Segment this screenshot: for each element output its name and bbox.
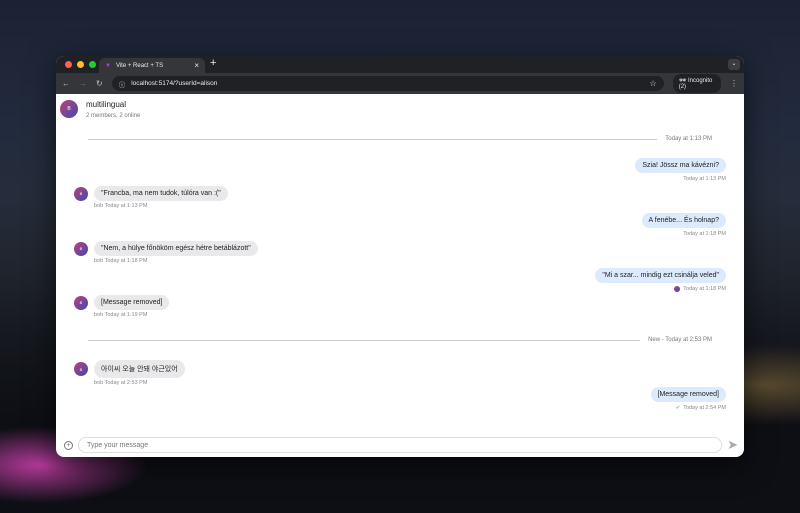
message-outgoing: "Mi a szar... mindig ezt csinálja veled"…: [595, 268, 726, 292]
message-incoming: B [Message removed] bob Today at 1:19 PM: [74, 295, 170, 318]
message-bubble[interactable]: [Message removed]: [650, 387, 726, 402]
message-meta: Today at 1:13 PM: [683, 176, 726, 182]
message-meta: bob Today at 1:19 PM: [94, 312, 148, 318]
send-icon[interactable]: ➤: [727, 437, 738, 453]
avatar: B: [74, 362, 88, 376]
member-status: 2 members, 2 online: [86, 113, 141, 119]
new-messages-divider: New - Today at 2:53 PM: [88, 337, 712, 343]
message-outgoing: Szia! Jössz ma kávézni? Today at 1:13 PM: [635, 158, 726, 182]
chat-title: multilingual: [86, 100, 127, 109]
close-window-button[interactable]: [65, 61, 72, 68]
divider-label: New - Today at 2:53 PM: [648, 337, 712, 343]
message-bubble[interactable]: "Mi a szar... mindig ezt csinálja veled": [595, 268, 726, 283]
message-bubble[interactable]: "Francba, ma nem tudok, túlóra van :(": [94, 186, 228, 201]
forward-icon[interactable]: →: [79, 79, 87, 88]
browser-window: ▼ Vite + React + TS × + ⌄ ← → ↻ ⓘ localhost…: [56, 56, 744, 457]
avatar: B: [60, 100, 78, 118]
tab-search-button[interactable]: ⌄: [728, 59, 740, 70]
message-meta: bob Today at 1:18 PM: [94, 258, 148, 264]
vite-logo-icon: ▼: [105, 62, 111, 69]
tab-bar: ▼ Vite + React + TS × + ⌄: [56, 56, 744, 73]
reload-icon[interactable]: ↻: [96, 79, 103, 88]
tab-title: Vite + React + TS: [115, 62, 164, 69]
read-receipt-avatar-icon: [674, 286, 681, 292]
message-input[interactable]: [78, 437, 723, 453]
chat-view: B multilingual 2 members, 2 online Today …: [56, 94, 744, 457]
site-info-icon[interactable]: ⓘ: [119, 79, 126, 89]
message-bubble[interactable]: "Nem, a hülye főnököm egész hétre betábl…: [94, 241, 258, 256]
message-outgoing: A fenébe... És holnap? Today at 1:18 PM: [641, 213, 726, 237]
message-bubble[interactable]: A fenébe... És holnap?: [641, 213, 726, 228]
chat-header: B multilingual 2 members, 2 online: [60, 100, 140, 119]
new-tab-button[interactable]: +: [210, 57, 216, 69]
back-icon[interactable]: ←: [62, 79, 70, 88]
avatar: B: [74, 241, 88, 256]
message-bubble[interactable]: Szia! Jössz ma kávézni?: [635, 158, 726, 173]
message-bubble[interactable]: [Message removed]: [94, 295, 170, 310]
minimize-window-button[interactable]: [77, 61, 84, 68]
message-incoming: B 아이씨 오늘 안돼 야근있어 bob Today at 2:53 PM: [74, 360, 185, 386]
divider-label: Today at 1:13 PM: [665, 136, 712, 142]
message-incoming: B "Nem, a hülye főnököm egész hétre betáb…: [74, 241, 258, 264]
url-text: localhost:5174/?userId=alison: [131, 80, 218, 87]
sent-check-icon: ✓: [675, 405, 681, 411]
date-divider: Today at 1:13 PM: [88, 136, 712, 142]
message-meta: bob Today at 1:13 PM: [94, 203, 148, 209]
message-meta: Today at 2:54 PM: [683, 405, 726, 411]
address-bar[interactable]: ⓘ localhost:5174/?userId=alison ☆: [111, 76, 664, 91]
browser-menu-icon[interactable]: ⋮: [730, 79, 738, 88]
maximize-window-button[interactable]: [89, 61, 96, 68]
message-meta: Today at 1:18 PM: [683, 286, 726, 292]
add-attachment-icon[interactable]: +: [64, 440, 73, 450]
close-tab-icon[interactable]: ×: [194, 61, 199, 70]
message-outgoing: [Message removed] ✓ Today at 2:54 PM: [650, 387, 726, 411]
browser-tab[interactable]: ▼ Vite + React + TS ×: [99, 58, 205, 73]
message-incoming: B "Francba, ma nem tudok, túlóra van :(" b…: [74, 186, 228, 209]
message-meta: bob Today at 2:53 PM: [94, 380, 148, 386]
bookmark-star-icon[interactable]: ☆: [650, 79, 657, 88]
message-meta: Today at 1:18 PM: [683, 231, 726, 237]
avatar: B: [74, 186, 88, 201]
avatar: B: [74, 295, 88, 310]
message-composer: + ➤: [64, 437, 738, 453]
message-bubble[interactable]: 아이씨 오늘 안돼 야근있어: [94, 360, 185, 378]
incognito-badge[interactable]: 🕶 Incognito (2): [672, 74, 721, 93]
address-toolbar: ← → ↻ ⓘ localhost:5174/?userId=alison ☆ 🕶 …: [56, 73, 744, 94]
